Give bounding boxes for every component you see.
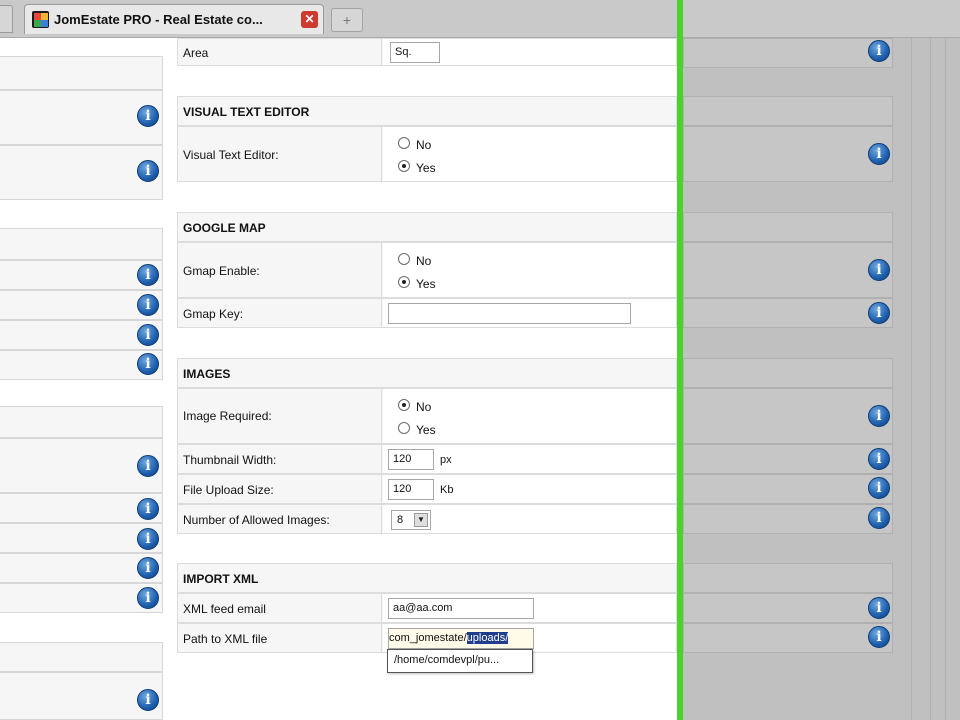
info-icon[interactable]: i [137, 264, 159, 286]
image-required-no-radio[interactable] [398, 399, 410, 411]
chevron-down-icon[interactable]: ▼ [414, 513, 428, 527]
thumbnail-width-label: Thumbnail Width: [183, 453, 277, 467]
gmap-key-row: Gmap Key: [177, 298, 677, 328]
image-required-yes-radio[interactable] [398, 422, 410, 434]
info-icon[interactable]: i [137, 689, 159, 711]
allowed-images-row: Number of Allowed Images: 8 ▼ [177, 504, 677, 534]
visual-text-editor-label: Visual Text Editor: [183, 148, 279, 162]
info-icon[interactable]: i [868, 507, 890, 529]
xml-path-plain-text: com_jomestate/ [389, 632, 467, 644]
info-icon[interactable]: i [868, 302, 890, 324]
xml-feed-email-row: XML feed email aa@aa.com [177, 593, 677, 623]
active-tab[interactable]: JomEstate PRO - Real Estate co... ✕ [24, 4, 324, 34]
right-row [683, 126, 893, 182]
visual-text-editor-section-header: VISUAL TEXT EDITOR [177, 96, 677, 126]
gmap-no-label: No [416, 254, 432, 268]
right-dimmed-panel: i i i i i i i i i i [683, 38, 960, 720]
right-row [683, 474, 893, 504]
right-row [683, 242, 893, 298]
xml-feed-email-input[interactable]: aa@aa.com [388, 598, 534, 619]
right-row [683, 623, 893, 653]
info-icon[interactable]: i [137, 324, 159, 346]
right-row [683, 38, 893, 68]
info-icon[interactable]: i [137, 557, 159, 579]
image-required-yes-label: Yes [416, 423, 436, 437]
info-icon[interactable]: i [868, 40, 890, 62]
visual-editor-yes-radio[interactable] [398, 160, 410, 172]
previous-tab[interactable] [0, 5, 13, 33]
area-label: Area [183, 46, 209, 60]
right-row [683, 593, 893, 623]
visual-editor-no-radio[interactable] [398, 137, 410, 149]
right-row [683, 358, 893, 388]
info-icon[interactable]: i [137, 498, 159, 520]
right-row [683, 96, 893, 126]
jomestate-favicon-icon [32, 11, 49, 28]
xml-path-selected-text: uploads/ [466, 632, 509, 644]
right-row [683, 388, 893, 444]
gmap-enable-row: Gmap Enable: No Yes [177, 242, 677, 298]
right-row [683, 504, 893, 534]
gmap-yes-radio[interactable] [398, 276, 410, 288]
info-icon[interactable]: i [868, 405, 890, 427]
configuration-form: Area Sq. VISUAL TEXT EDITOR Visual Text … [177, 38, 677, 720]
left-row [0, 642, 163, 672]
image-required-label: Image Required: [183, 409, 272, 423]
info-icon[interactable]: i [868, 626, 890, 648]
gmap-key-input[interactable] [388, 303, 631, 324]
browser-tab-strip: JomEstate PRO - Real Estate co... ✕ + [0, 0, 960, 38]
info-icon[interactable]: i [868, 143, 890, 165]
autocomplete-suggestion[interactable]: /home/comdevpl/pu... [387, 649, 533, 673]
info-icon[interactable]: i [868, 448, 890, 470]
images-section-header: IMAGES [177, 358, 677, 388]
gmap-enable-label: Gmap Enable: [183, 264, 260, 278]
xml-path-input[interactable]: com_jomestate/uploads/ [388, 628, 534, 649]
area-unit-input[interactable]: Sq. [390, 42, 440, 63]
thumbnail-width-row: Thumbnail Width: 120 px [177, 444, 677, 474]
file-upload-size-row: File Upload Size: 120 Kb [177, 474, 677, 504]
xml-feed-email-label: XML feed email [183, 602, 266, 616]
close-tab-icon[interactable]: ✕ [301, 11, 318, 28]
visual-editor-no-label: No [416, 138, 432, 152]
info-icon[interactable]: i [137, 353, 159, 375]
allowed-images-label: Number of Allowed Images: [183, 513, 330, 527]
info-icon[interactable]: i [137, 587, 159, 609]
gmap-key-label: Gmap Key: [183, 307, 244, 321]
right-row [683, 212, 893, 242]
file-upload-size-input[interactable]: 120 [388, 479, 434, 500]
file-upload-size-label: File Upload Size: [183, 483, 274, 497]
image-required-row: Image Required: No Yes [177, 388, 677, 444]
gmap-no-radio[interactable] [398, 253, 410, 265]
right-row [683, 563, 893, 593]
info-icon[interactable]: i [137, 105, 159, 127]
info-icon[interactable]: i [868, 477, 890, 499]
info-icon[interactable]: i [137, 528, 159, 550]
tab-title: JomEstate PRO - Real Estate co... [54, 12, 263, 27]
visual-text-editor-row: Visual Text Editor: No Yes [177, 126, 677, 182]
info-icon[interactable]: i [868, 597, 890, 619]
import-xml-section-header: IMPORT XML [177, 563, 677, 593]
left-row [0, 228, 163, 260]
left-row [0, 406, 163, 438]
right-row [683, 298, 893, 328]
visual-editor-yes-label: Yes [416, 161, 436, 175]
info-icon[interactable]: i [868, 259, 890, 281]
right-row [683, 444, 893, 474]
left-config-panel: i i i i i i i i i i i i [0, 38, 175, 720]
info-icon[interactable]: i [137, 160, 159, 182]
thumbnail-width-unit: px [440, 454, 452, 466]
gmap-yes-label: Yes [416, 277, 436, 291]
xml-path-label: Path to XML file [183, 632, 268, 646]
image-required-no-label: No [416, 400, 432, 414]
allowed-images-select[interactable]: 8 ▼ [391, 510, 431, 530]
thumbnail-width-input[interactable]: 120 [388, 449, 434, 470]
area-row: Area Sq. [177, 38, 677, 66]
google-map-section-header: GOOGLE MAP [177, 212, 677, 242]
left-row [0, 56, 163, 90]
new-tab-button[interactable]: + [331, 8, 363, 32]
info-icon[interactable]: i [137, 455, 159, 477]
file-upload-size-unit: Kb [440, 484, 454, 496]
info-icon[interactable]: i [137, 294, 159, 316]
